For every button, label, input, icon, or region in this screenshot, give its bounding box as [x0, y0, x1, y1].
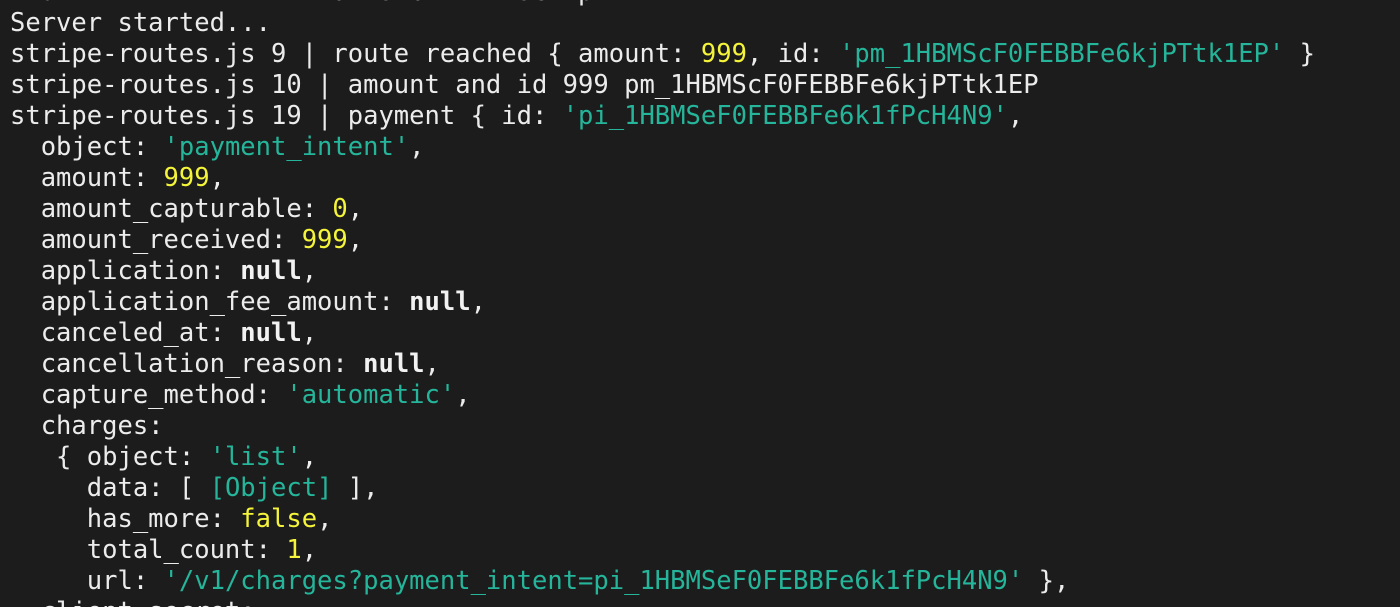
number-value: 999	[301, 225, 348, 255]
number-value: 1	[286, 535, 302, 565]
terminal-line: total_count: 1,	[10, 535, 1315, 566]
string-value: 'payment_intent'	[163, 132, 410, 162]
terminal-output: at mi d s b sc ptServer started...stripe…	[10, 0, 1315, 607]
terminal-line: Server started...	[10, 8, 1315, 39]
log-text: amount_capturable:	[10, 194, 333, 224]
log-text: ,	[301, 535, 318, 565]
terminal-line: application: null,	[10, 256, 1315, 287]
terminal-line: amount_received: 999,	[10, 225, 1315, 256]
log-text: object:	[10, 132, 164, 162]
terminal-line: stripe-routes.js 19 | payment { id: 'pi_…	[10, 101, 1315, 132]
log-text: url:	[10, 566, 164, 596]
log-text: amount:	[10, 163, 164, 193]
string-value: 'pi_1HBMSeF0FEBBFe6k1fPcH4N9'	[562, 101, 1008, 131]
log-text: }	[1284, 39, 1315, 69]
terminal-line: canceled_at: null,	[10, 318, 1315, 349]
log-text: ,	[409, 132, 425, 162]
log-text: },	[1023, 566, 1070, 596]
terminal-line: amount_capturable: 0,	[10, 194, 1315, 225]
log-text: ,	[209, 163, 225, 193]
log-text: client_secret:	[10, 597, 256, 607]
terminal-line: stripe-routes.js 10 | amount and id 999 …	[10, 70, 1315, 101]
null-keyword: null	[240, 256, 302, 286]
log-text: ,	[301, 318, 318, 348]
log-text: ,	[347, 225, 364, 255]
log-text: total_count:	[10, 535, 287, 565]
log-text: cancellation_reason:	[10, 349, 364, 379]
boolean-value: false	[240, 504, 318, 534]
terminal-line: has_more: false,	[10, 504, 1315, 535]
log-text: ,	[1007, 101, 1024, 131]
terminal-line: capture_method: 'automatic',	[10, 380, 1315, 411]
log-text: data: [	[10, 473, 210, 503]
log-text: Server started...	[10, 8, 271, 38]
string-value: 'pm_1HBMScF0FEBBFe6kjPTtk1EP'	[839, 39, 1285, 69]
log-text: { object:	[10, 442, 210, 472]
terminal-line: stripe-routes.js 9 | route reached { amo…	[10, 39, 1315, 70]
log-text: stripe-routes.js 19 | payment { id:	[10, 101, 563, 131]
log-text: ,	[455, 380, 471, 410]
log-text: capture_method:	[10, 380, 287, 410]
terminal-line: data: [ [Object] ],	[10, 473, 1315, 504]
number-value: 999	[700, 39, 747, 69]
null-keyword: null	[409, 287, 471, 317]
terminal-line: application_fee_amount: null,	[10, 287, 1315, 318]
string-value: 'list'	[209, 442, 302, 472]
number-value: 999	[163, 163, 210, 193]
log-text: ,	[301, 442, 318, 472]
terminal-window[interactable]: at mi d s b sc ptServer started...stripe…	[0, 0, 1400, 607]
log-text: charges:	[10, 411, 164, 441]
string-value: '/v1/charges?payment_intent=pi_1HBMSeF0F…	[163, 566, 1024, 596]
log-text: at mi d s b sc pt	[10, 0, 609, 7]
terminal-line: cancellation_reason: null,	[10, 349, 1315, 380]
log-text: ,	[301, 256, 318, 286]
log-text: ,	[424, 349, 440, 379]
log-text: ],	[332, 473, 379, 503]
terminal-line: { object: 'list',	[10, 442, 1315, 473]
null-keyword: null	[363, 349, 425, 379]
terminal-line: client_secret:	[10, 597, 1315, 607]
log-text: stripe-routes.js 10 | amount and id 999 …	[10, 70, 1039, 100]
log-text: canceled_at:	[10, 318, 241, 348]
null-keyword: null	[240, 318, 302, 348]
terminal-line: at mi d s b sc pt	[10, 0, 1315, 8]
number-value: 0	[332, 194, 348, 224]
log-text: stripe-routes.js 9 | route reached { amo…	[10, 39, 701, 69]
log-text: ,	[470, 287, 486, 317]
log-text: has_more:	[10, 504, 241, 534]
log-text: ,	[347, 194, 364, 224]
log-text: application:	[10, 256, 241, 286]
log-text: amount_received:	[10, 225, 302, 255]
terminal-line: charges:	[10, 411, 1315, 442]
log-text: application_fee_amount:	[10, 287, 410, 317]
log-text: ,	[317, 504, 333, 534]
terminal-line: amount: 999,	[10, 163, 1315, 194]
log-text: , id:	[746, 39, 840, 69]
terminal-line: object: 'payment_intent',	[10, 132, 1315, 163]
terminal-line: url: '/v1/charges?payment_intent=pi_1HBM…	[10, 566, 1315, 597]
string-value: [Object]	[209, 473, 333, 503]
string-value: 'automatic'	[286, 380, 456, 410]
